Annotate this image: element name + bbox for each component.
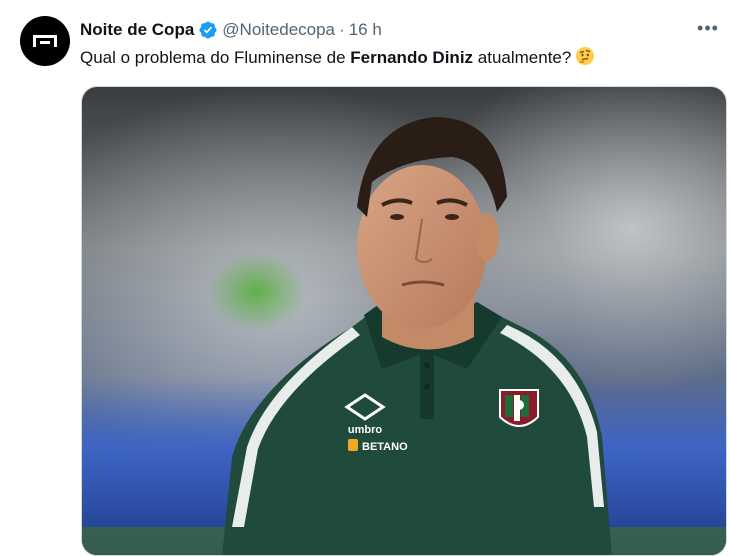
tweet-text-bold[interactable]: Fernando Diniz xyxy=(350,48,473,67)
tweet-card[interactable]: Noite de Copa @Noitedecopa · 16 h ••• Qu… xyxy=(0,0,730,556)
avatar[interactable] xyxy=(20,16,70,66)
shirt-brand-text: umbro xyxy=(348,424,383,436)
sponsor-text: BETANO xyxy=(362,441,408,453)
more-icon: ••• xyxy=(697,17,719,38)
thinking-face-icon xyxy=(575,46,595,73)
more-options-button[interactable]: ••• xyxy=(694,14,722,42)
brand-logo-icon xyxy=(33,35,57,47)
separator-dot: · xyxy=(339,20,345,39)
tweet-photo[interactable]: umbro BETANO xyxy=(81,86,727,556)
verified-badge-icon xyxy=(199,21,217,39)
tweet-text-part: atualmente? xyxy=(473,48,572,67)
author-display-name[interactable]: Noite de Copa xyxy=(80,20,194,40)
club-crest-icon xyxy=(499,389,539,427)
tweet-header: Noite de Copa @Noitedecopa · 16 h xyxy=(80,18,730,42)
tweet-text: Qual o problema do Fluminense de Fernand… xyxy=(80,46,714,73)
photo-image: umbro BETANO xyxy=(82,87,726,555)
author-handle[interactable]: @Noitedecopa xyxy=(222,20,335,40)
tweet-text-part: Qual o problema do Fluminense de xyxy=(80,48,351,67)
timestamp[interactable]: 16 h xyxy=(349,20,382,40)
